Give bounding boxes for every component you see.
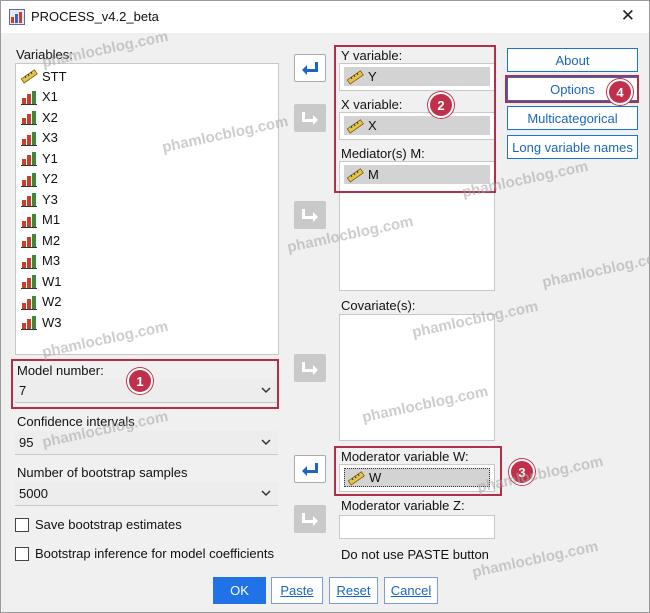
process-app-icon (9, 9, 25, 25)
save-estimates-label: Save bootstrap estimates (35, 517, 182, 532)
variable-list-item[interactable]: Y1 (20, 148, 58, 168)
variable-list-item[interactable]: W2 (20, 292, 62, 312)
variable-name: X1 (42, 89, 58, 104)
step-badge-3: 3 (509, 459, 535, 485)
bar-chart-icon (21, 90, 37, 105)
ok-button[interactable]: OK (213, 577, 266, 604)
variable-list-item[interactable]: M3 (20, 251, 60, 271)
variable-name: W3 (42, 314, 62, 330)
bar-chart-icon (21, 316, 37, 330)
multicategorical-button[interactable]: Multicategorical (507, 106, 638, 130)
move-to-x-button[interactable] (294, 104, 326, 132)
variable-name: Y2 (42, 171, 58, 186)
paste-button[interactable]: Paste (271, 577, 323, 604)
variable-name: Y1 (42, 150, 58, 166)
ruler-icon (20, 69, 38, 84)
moderator-highlight (334, 446, 502, 496)
bootstrap-value: 5000 (19, 486, 48, 501)
move-to-covariate-button[interactable] (294, 354, 326, 382)
watermark: phamlocblog.com (470, 537, 600, 582)
variable-name: STT (42, 68, 67, 84)
bootstrap-label: Number of bootstrap samples (17, 465, 188, 480)
variables-list[interactable]: STT X1 X2 X3 Y1 Y2 Y3 M1 M2 M3 W1 W2 W3 (15, 63, 279, 355)
bar-chart-icon (21, 295, 37, 310)
bar-chart-icon (21, 213, 37, 228)
variable-name: M2 (42, 232, 61, 248)
variable-name: W2 (42, 294, 62, 309)
chevron-down-icon (261, 490, 271, 497)
move-to-mediator-button[interactable] (294, 201, 326, 229)
variable-list-item[interactable]: X3 (20, 128, 58, 148)
bootstrap-inference-checkbox-row[interactable]: Bootstrap inference for model coefficien… (15, 546, 274, 561)
variable-name: M1 (42, 212, 61, 227)
covariates-label: Covariate(s): (341, 298, 416, 313)
arrow-right-icon (302, 513, 318, 526)
bar-chart-icon (21, 131, 37, 146)
step-badge-1: 1 (127, 368, 153, 394)
variable-list-item[interactable]: M1 (20, 210, 60, 230)
close-icon[interactable]: ✕ (621, 6, 635, 26)
variable-list-item[interactable]: Y2 (20, 169, 58, 189)
arrow-left-icon (302, 62, 318, 75)
covariates-list[interactable] (339, 314, 495, 441)
move-to-y-button[interactable] (294, 54, 326, 82)
variables-label: Variables: (16, 47, 73, 62)
variable-list-item[interactable]: W3 (20, 312, 62, 332)
variable-list-item[interactable]: Y3 (20, 189, 58, 209)
variable-name: X2 (42, 109, 58, 125)
variable-list-item[interactable]: X2 (20, 107, 58, 127)
confidence-value: 95 (19, 435, 34, 450)
bar-chart-icon (21, 172, 37, 187)
long-variable-names-button[interactable]: Long variable names (507, 135, 638, 159)
confidence-select[interactable]: 95 (15, 431, 278, 455)
variable-name: W1 (42, 273, 62, 289)
arrow-right-icon (302, 209, 318, 222)
reset-button[interactable]: Reset (329, 577, 378, 604)
arrow-right-icon (302, 112, 318, 125)
bar-chart-icon (21, 111, 37, 125)
variable-list-item[interactable]: X1 (20, 87, 58, 107)
arrow-right-icon (302, 362, 318, 375)
move-to-moderator-w-button[interactable] (294, 455, 326, 483)
window-title: PROCESS_v4.2_beta (31, 9, 159, 24)
variable-name: M3 (42, 253, 61, 268)
bar-chart-icon (21, 152, 37, 166)
paste-note: Do not use PASTE button (341, 547, 489, 562)
bar-chart-icon (21, 234, 37, 248)
bootstrap-select[interactable]: 5000 (15, 482, 278, 506)
chevron-down-icon (261, 439, 271, 446)
variable-list-item[interactable]: STT (20, 66, 67, 86)
title-bar: PROCESS_v4.2_beta ✕ (1, 1, 649, 33)
variable-name: X3 (42, 130, 58, 145)
bootstrap-inference-checkbox[interactable] (15, 546, 29, 561)
moderator-z-label: Moderator variable Z: (341, 498, 465, 513)
confidence-label: Confidence intervals (17, 414, 135, 429)
bar-chart-icon (21, 275, 37, 289)
step-badge-2: 2 (428, 92, 454, 118)
variable-list-item[interactable]: W1 (20, 271, 62, 291)
moderator-z-field[interactable] (339, 515, 495, 539)
variables-highlight (334, 45, 496, 193)
process-dialog: PROCESS_v4.2_beta ✕ Variables: STT X1 X2 X3… (0, 0, 650, 613)
variable-name: Y3 (42, 191, 58, 207)
bar-chart-icon (21, 193, 37, 207)
bootstrap-inference-label: Bootstrap inference for model coefficien… (35, 546, 274, 561)
bar-chart-icon (21, 254, 37, 269)
arrow-left-icon (302, 463, 318, 476)
step-badge-4: 4 (607, 79, 633, 105)
variable-list-item[interactable]: M2 (20, 230, 60, 250)
cancel-button[interactable]: Cancel (384, 577, 438, 604)
move-to-moderator-z-button[interactable] (294, 505, 326, 533)
save-estimates-checkbox-row[interactable]: Save bootstrap estimates (15, 517, 182, 532)
watermark: phamlocblog.com (540, 247, 650, 292)
save-estimates-checkbox[interactable] (15, 517, 29, 532)
about-button[interactable]: About (507, 48, 638, 72)
